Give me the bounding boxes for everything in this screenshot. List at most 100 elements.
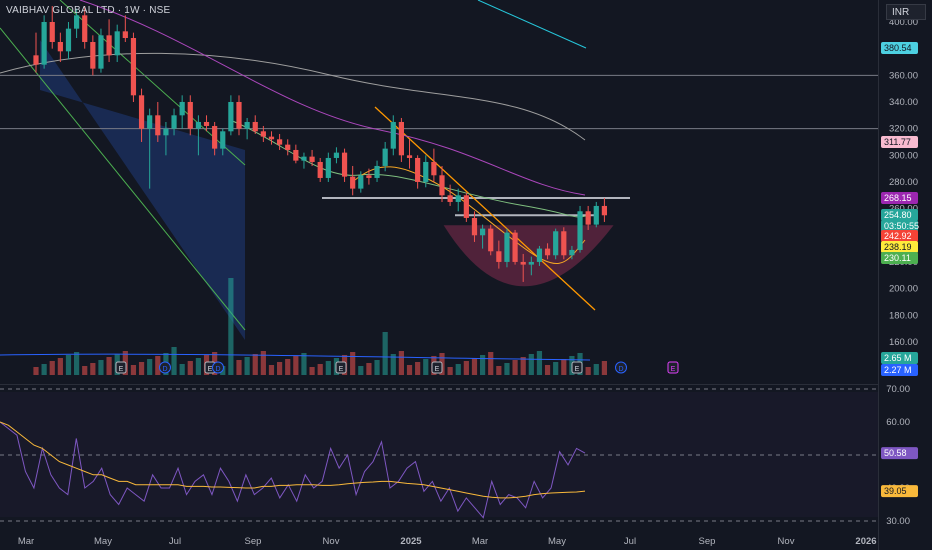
- volume-bar: [544, 365, 551, 375]
- volume-bar: [236, 360, 242, 375]
- volume-bar: [382, 332, 388, 375]
- candle-body: [520, 261, 526, 265]
- candle-body: [203, 121, 210, 126]
- x-axis-label: Mar: [472, 536, 488, 547]
- volume-bar: [171, 347, 177, 375]
- volume-bar: [528, 354, 534, 375]
- candle-body: [155, 115, 161, 136]
- volume-bar: [358, 366, 364, 375]
- candle-body: [593, 205, 599, 225]
- candle-body: [447, 195, 453, 202]
- candle-body: [122, 31, 128, 38]
- chart-title: VAIBHAV GLOBAL LTD · 1W · NSE: [6, 5, 171, 16]
- price-tick-label: 280.00: [889, 177, 918, 188]
- channel-fill: [40, 40, 245, 340]
- candle-body: [74, 15, 80, 29]
- candle-body: [179, 101, 185, 116]
- candle-body: [601, 205, 607, 216]
- candle-body: [496, 251, 502, 262]
- price-tick-label: 300.00: [889, 150, 918, 161]
- volume-bar: [455, 364, 461, 375]
- volume-bar: [195, 358, 201, 375]
- panel-divider: [0, 384, 878, 385]
- candle-body: [293, 149, 299, 161]
- price-chart[interactable]: EDEDEEEDE400.00380.00360.00340.00320.003…: [0, 0, 932, 550]
- volume-bar: [187, 361, 193, 375]
- volume-bar: [350, 352, 356, 375]
- event-marker-label: D: [618, 366, 623, 373]
- volume-bar: [65, 355, 72, 375]
- candle-body: [317, 161, 323, 178]
- volume-bar: [593, 364, 599, 375]
- price-label-text: 311.77: [884, 137, 911, 147]
- price-tick-label: 160.00: [889, 337, 918, 348]
- event-marker-label: D: [162, 366, 167, 373]
- x-axis-label: Nov: [778, 536, 795, 547]
- candle-body: [325, 157, 331, 178]
- chart-root: EDEDEEEDE400.00380.00360.00340.00320.003…: [0, 0, 932, 550]
- currency-selector[interactable]: INR: [886, 4, 926, 20]
- event-marker-D: D: [159, 361, 171, 374]
- x-axis-label: 2025: [400, 536, 422, 547]
- candle-body: [212, 125, 218, 149]
- trend-line: [374, 106, 596, 311]
- candle-body: [585, 211, 591, 225]
- volume-bar: [415, 362, 421, 375]
- candle-body: [236, 101, 242, 129]
- volume-bar: [406, 365, 413, 375]
- volume-bar: [90, 363, 96, 375]
- candle-body: [415, 157, 421, 182]
- candle-body: [285, 144, 291, 150]
- volume-bar: [138, 362, 145, 375]
- event-marker-E: E: [571, 361, 583, 374]
- volume-bar: [601, 361, 607, 375]
- volume-bar: [244, 357, 250, 375]
- candle-body: [301, 156, 307, 161]
- price-tick-label: 340.00: [889, 97, 918, 108]
- candle-body: [114, 31, 120, 56]
- candle-body: [374, 165, 380, 178]
- volume-bar: [33, 367, 39, 375]
- event-marker-E: E: [667, 361, 679, 374]
- volume-bar: [536, 351, 543, 375]
- candle-body: [390, 121, 396, 149]
- x-axis-label: Sep: [699, 536, 716, 547]
- volume-bar: [398, 351, 404, 375]
- candle-body: [471, 217, 478, 236]
- volume-bar: [277, 362, 283, 375]
- price-label-text: 238.19: [884, 242, 912, 252]
- volume-bar: [309, 367, 315, 375]
- rsi-tick-label: 30.00: [886, 516, 910, 527]
- volume-bar: [471, 358, 478, 375]
- rsi-tick-label: 60.00: [886, 417, 910, 428]
- price-tick-label: 360.00: [889, 70, 918, 81]
- candle-body: [341, 152, 348, 177]
- event-marker-label: E: [435, 366, 440, 373]
- candle-body: [147, 115, 153, 129]
- volume-label-text: 2.65 M: [884, 353, 912, 363]
- event-marker-E: E: [431, 361, 443, 374]
- price-label-text: 230.11: [884, 253, 911, 263]
- volume-bar: [504, 363, 510, 375]
- volume-bar: [488, 352, 494, 375]
- candle-body: [90, 41, 96, 69]
- candle-body: [41, 22, 47, 65]
- event-marker-label: E: [208, 366, 213, 373]
- volume-bar: [268, 365, 275, 375]
- volume-bar: [228, 278, 234, 375]
- x-axis-label: Jul: [169, 536, 181, 547]
- candle-body: [333, 152, 340, 158]
- volume-bar: [252, 354, 258, 375]
- candle-body: [228, 101, 234, 132]
- candle-body: [33, 55, 39, 65]
- candle-body: [268, 136, 275, 140]
- candle-body: [480, 228, 486, 236]
- event-marker-label: E: [119, 366, 124, 373]
- candle-body: [553, 231, 559, 256]
- candle-body: [350, 176, 356, 189]
- volume-bar: [57, 358, 63, 375]
- candle-body: [82, 15, 88, 42]
- volume-label-text: 2.27 M: [884, 365, 912, 375]
- volume-bar: [374, 360, 380, 375]
- volume-bar: [260, 351, 266, 375]
